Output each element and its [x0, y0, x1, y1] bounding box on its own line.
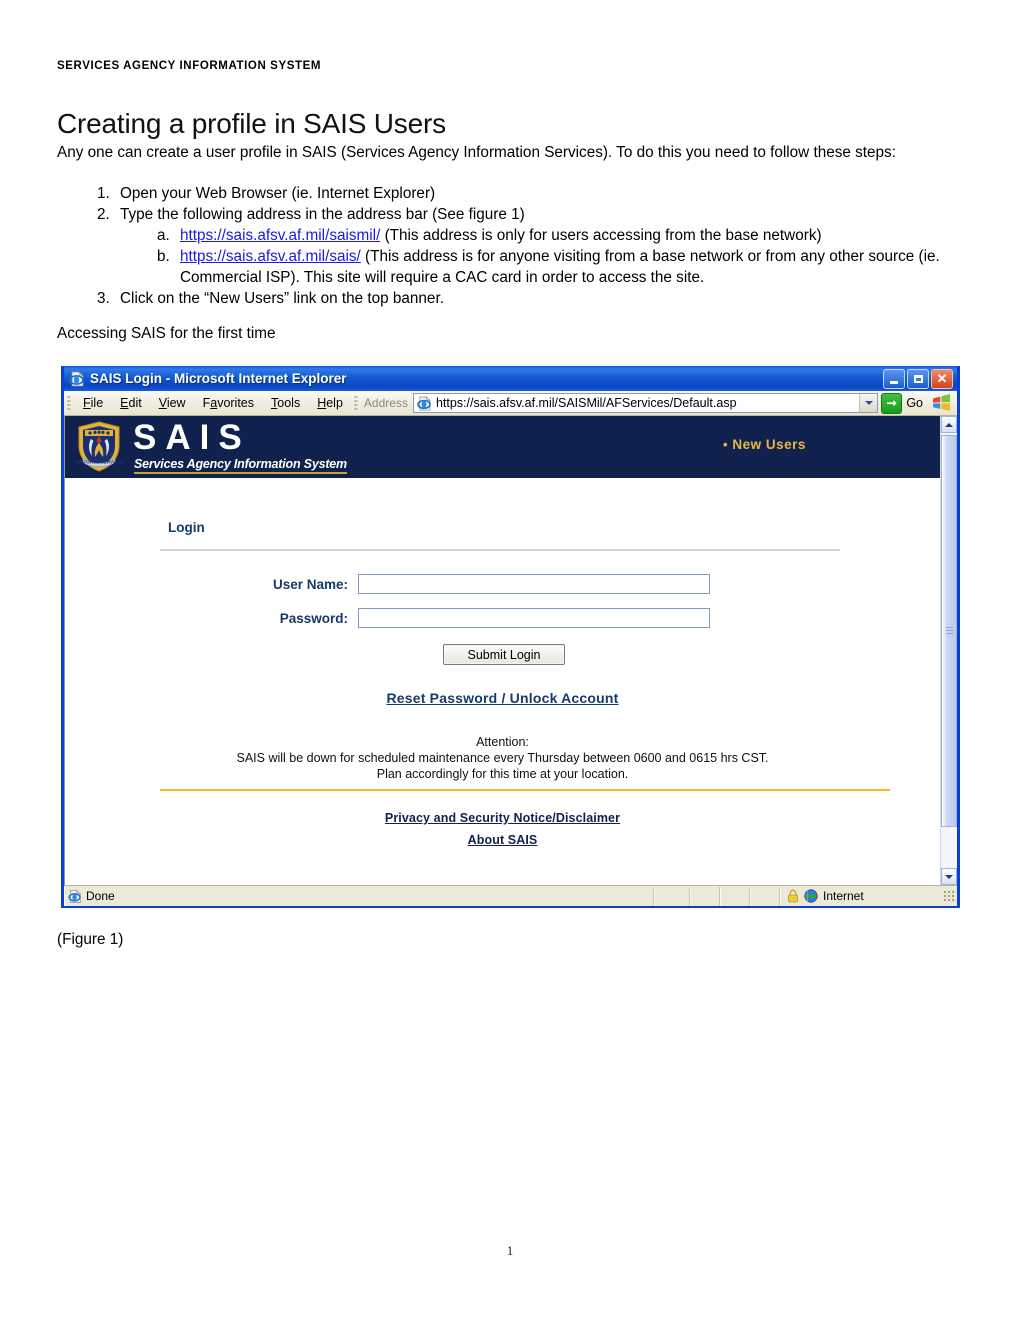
sais-login-page: AIR FORCE SERVICES SAIS Services Agency … [65, 416, 940, 885]
toolbar-grip-menu[interactable] [67, 394, 71, 412]
browser-status-bar: Done Internet [64, 885, 957, 906]
address-dropdown-button[interactable] [859, 394, 878, 412]
username-input[interactable] [358, 574, 710, 594]
go-button-label: Go [906, 396, 923, 410]
window-controls: ✕ [883, 368, 955, 389]
attention-line-1: Attention: [476, 735, 529, 749]
resize-grip-icon[interactable] [943, 890, 955, 902]
privacy-notice-link[interactable]: Privacy and Security Notice/Disclaimer [65, 811, 940, 825]
submit-login-button[interactable]: Submit Login [443, 644, 565, 665]
go-button[interactable]: ➞ Go [878, 392, 929, 414]
sais-wordmark: SAIS [133, 418, 251, 457]
security-zone-indicator: Internet [780, 886, 957, 906]
page-number: 1 [506, 1243, 514, 1258]
password-input[interactable] [358, 608, 710, 628]
new-users-link[interactable]: • New Users [723, 437, 806, 452]
scrollbar-track[interactable] [941, 433, 957, 868]
scrollbar-thumb[interactable] [941, 435, 957, 827]
attention-notice: Attention: SAIS will be down for schedul… [65, 734, 940, 782]
close-button[interactable]: ✕ [931, 368, 953, 389]
figure-caption: (Figure 1) [57, 931, 124, 948]
status-segment-4 [750, 886, 780, 906]
address-bar: Address https://sais.afsv.af.mil/SAISMil… [362, 391, 957, 416]
windows-logo-icon [931, 393, 953, 413]
page-title: Creating a profile in SAIS Users [57, 108, 446, 139]
step-3: Click on the “New Users” link on the top… [114, 288, 1004, 309]
password-label: Password: [279, 610, 348, 626]
sais-url-link[interactable]: https://sais.afsv.af.mil/sais/ [180, 248, 361, 265]
browser-content-area: AIR FORCE SERVICES SAIS Services Agency … [64, 416, 957, 885]
maximize-button[interactable] [907, 368, 929, 389]
toolbar-grip-address[interactable] [353, 394, 358, 412]
status-segment-3 [720, 886, 750, 906]
internet-explorer-window: SAIS Login - Microsoft Internet Explorer… [61, 366, 960, 908]
security-zone-label: Internet [823, 889, 864, 903]
step-2: Type the following address in the addres… [114, 204, 1004, 288]
step-3-text: Click on the “New Users” link on the top… [120, 290, 444, 307]
menu-item-favorites[interactable]: Favorites [195, 394, 262, 412]
menu-item-help[interactable]: Help [309, 394, 351, 412]
saismil-url-link[interactable]: https://sais.afsv.af.mil/saismil/ [180, 227, 380, 244]
window-titlebar: SAIS Login - Microsoft Internet Explorer… [64, 366, 957, 391]
scroll-down-button[interactable] [941, 868, 957, 885]
substep-2a: https://sais.afsv.af.mil/saismil/ (This … [174, 225, 1004, 246]
padlock-icon [787, 889, 799, 903]
substep-2a-note: (This address is only for users accessin… [380, 227, 822, 244]
new-users-label: New Users [732, 437, 806, 452]
step-1: Open your Web Browser (ie. Internet Expl… [114, 183, 1004, 204]
close-icon: ✕ [936, 371, 948, 386]
vertical-scrollbar[interactable] [940, 416, 957, 885]
menu-item-tools[interactable]: Tools [263, 394, 308, 412]
page-favicon-icon [417, 395, 432, 411]
steps-list: Open your Web Browser (ie. Internet Expl… [57, 183, 1004, 309]
running-header: SERVICES AGENCY INFORMATION SYSTEM [57, 60, 322, 72]
window-title: SAIS Login - Microsoft Internet Explorer [90, 371, 347, 386]
reset-password-link[interactable]: Reset Password / Unlock Account [65, 690, 940, 706]
air-force-services-crest-icon: AIR FORCE SERVICES [74, 420, 124, 474]
intro-paragraph: Any one can create a user profile in SAI… [57, 144, 896, 161]
menu-item-file[interactable]: File [75, 394, 111, 412]
about-sais-link[interactable]: About SAIS [65, 833, 940, 847]
minimize-button[interactable] [883, 368, 905, 389]
gold-divider [160, 789, 890, 791]
password-row: Password: [238, 608, 710, 628]
username-row: User Name: [238, 574, 710, 594]
chevron-down-icon [945, 874, 953, 879]
address-input-value[interactable]: https://sais.afsv.af.mil/SAISMil/AFServi… [436, 396, 859, 410]
svg-text:AIR FORCE SERVICES: AIR FORCE SERVICES [75, 459, 123, 464]
chevron-down-icon [864, 401, 873, 405]
sais-banner: AIR FORCE SERVICES SAIS Services Agency … [65, 416, 940, 478]
status-segment-1 [654, 886, 690, 906]
page-document-icon [68, 889, 82, 904]
footer-links: Privacy and Security Notice/Disclaimer A… [65, 811, 940, 855]
substep-2b: https://sais.afsv.af.mil/sais/ (This add… [174, 246, 1004, 288]
bullet-icon: • [723, 437, 729, 452]
address-label: Address [363, 396, 408, 410]
menu-item-view[interactable]: View [151, 394, 194, 412]
attention-line-3: Plan accordingly for this time at your l… [376, 767, 629, 781]
attention-line-2: SAIS will be down for scheduled maintena… [236, 751, 769, 765]
status-message: Done [64, 886, 654, 906]
go-arrow-icon: ➞ [881, 392, 903, 414]
status-text: Done [86, 889, 115, 903]
login-heading: Login [168, 520, 205, 535]
menu-bar: File Edit View Favorites Tools Help [75, 394, 351, 412]
status-segment-2 [690, 886, 720, 906]
step-2-substeps: https://sais.afsv.af.mil/saismil/ (This … [120, 225, 1004, 288]
chevron-up-icon [945, 422, 953, 427]
document-page: SERVICES AGENCY INFORMATION SYSTEM Creat… [0, 0, 1020, 1320]
scroll-up-button[interactable] [941, 416, 957, 433]
menu-and-address-toolbar: File Edit View Favorites Tools Help Addr… [64, 391, 957, 416]
sais-tagline: Services Agency Information System [134, 457, 347, 474]
address-input-box[interactable]: https://sais.afsv.af.mil/SAISMil/AFServi… [412, 393, 879, 413]
step-2-text: Type the following address in the addres… [120, 206, 525, 223]
globe-icon [804, 889, 818, 903]
grip-icon [946, 627, 953, 635]
login-divider [160, 549, 840, 551]
menu-item-edit[interactable]: Edit [112, 394, 150, 412]
internet-explorer-icon [69, 370, 85, 387]
section-label: Accessing SAIS for the first time [57, 325, 276, 342]
step-1-text: Open your Web Browser (ie. Internet Expl… [120, 185, 436, 202]
username-label: User Name: [272, 576, 348, 592]
